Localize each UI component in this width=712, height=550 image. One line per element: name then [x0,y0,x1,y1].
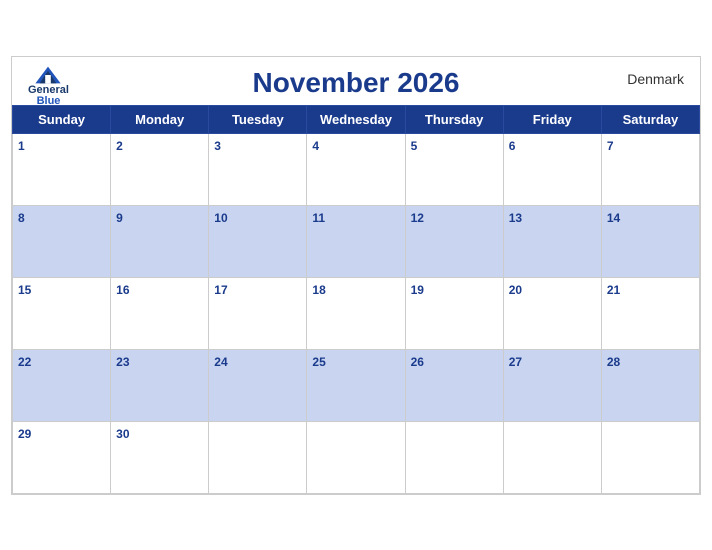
day-number: 9 [116,211,123,225]
day-number: 26 [411,355,424,369]
day-number: 2 [116,139,123,153]
day-number: 25 [312,355,325,369]
table-row: 22 23 24 25 26 27 28 [13,349,700,421]
day-number: 1 [18,139,25,153]
calendar-cell [209,421,307,493]
day-number: 15 [18,283,31,297]
calendar-cell: 8 [13,205,111,277]
logo-area: General Blue [28,65,69,107]
calendar-container: General Blue November 2026 Denmark Sunda… [11,56,701,495]
day-number: 29 [18,427,31,441]
calendar-cell: 30 [111,421,209,493]
table-row: 8 9 10 11 12 13 14 [13,205,700,277]
calendar-cell: 22 [13,349,111,421]
calendar-cell [307,421,405,493]
calendar-cell: 13 [503,205,601,277]
day-number: 18 [312,283,325,297]
table-row: 29 30 [13,421,700,493]
day-number: 10 [214,211,227,225]
day-number: 13 [509,211,522,225]
day-number: 30 [116,427,129,441]
day-number: 27 [509,355,522,369]
calendar-grid: Sunday Monday Tuesday Wednesday Thursday… [12,105,700,494]
calendar-cell: 17 [209,277,307,349]
day-number: 8 [18,211,25,225]
day-number: 16 [116,283,129,297]
calendar-cell: 26 [405,349,503,421]
day-number: 24 [214,355,227,369]
calendar-cell: 18 [307,277,405,349]
calendar-title: November 2026 [252,67,459,99]
calendar-cell: 2 [111,133,209,205]
weekday-wednesday: Wednesday [307,105,405,133]
weekday-thursday: Thursday [405,105,503,133]
calendar-cell: 4 [307,133,405,205]
day-number: 7 [607,139,614,153]
day-number: 11 [312,211,325,225]
calendar-cell: 1 [13,133,111,205]
calendar-cell: 24 [209,349,307,421]
calendar-cell: 16 [111,277,209,349]
calendar-cell: 21 [601,277,699,349]
day-number: 19 [411,283,424,297]
table-row: 1 2 3 4 5 6 7 [13,133,700,205]
day-number: 14 [607,211,620,225]
logo-general-text: General [28,85,69,96]
calendar-cell: 27 [503,349,601,421]
logo-icon [34,65,62,85]
calendar-header: General Blue November 2026 Denmark [12,57,700,105]
calendar-cell: 6 [503,133,601,205]
calendar-cell: 10 [209,205,307,277]
day-number: 23 [116,355,129,369]
weekday-sunday: Sunday [13,105,111,133]
day-number: 12 [411,211,424,225]
calendar-cell: 3 [209,133,307,205]
day-number: 6 [509,139,516,153]
day-number: 4 [312,139,319,153]
calendar-cell [503,421,601,493]
day-number: 28 [607,355,620,369]
calendar-cell: 15 [13,277,111,349]
country-label: Denmark [627,71,684,87]
day-number: 20 [509,283,522,297]
calendar-cell [405,421,503,493]
day-number: 21 [607,283,620,297]
day-number: 17 [214,283,227,297]
calendar-cell: 20 [503,277,601,349]
calendar-cell: 7 [601,133,699,205]
weekday-tuesday: Tuesday [209,105,307,133]
day-number: 22 [18,355,31,369]
logo-blue-text: Blue [37,96,61,107]
calendar-cell: 29 [13,421,111,493]
day-number: 3 [214,139,221,153]
calendar-cell [601,421,699,493]
calendar-cell: 12 [405,205,503,277]
calendar-cell: 23 [111,349,209,421]
calendar-cell: 9 [111,205,209,277]
table-row: 15 16 17 18 19 20 21 [13,277,700,349]
weekday-header-row: Sunday Monday Tuesday Wednesday Thursday… [13,105,700,133]
day-number: 5 [411,139,418,153]
calendar-cell: 28 [601,349,699,421]
calendar-cell: 14 [601,205,699,277]
weekday-friday: Friday [503,105,601,133]
weekday-saturday: Saturday [601,105,699,133]
calendar-cell: 11 [307,205,405,277]
calendar-cell: 19 [405,277,503,349]
calendar-cell: 25 [307,349,405,421]
calendar-cell: 5 [405,133,503,205]
weekday-monday: Monday [111,105,209,133]
